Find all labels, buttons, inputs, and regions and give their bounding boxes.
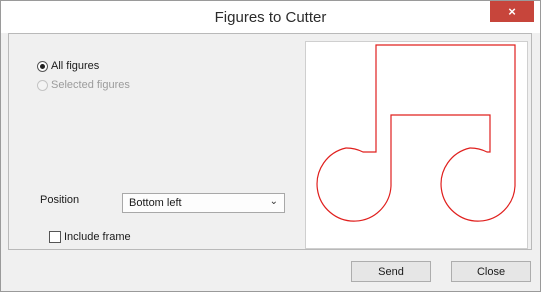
all-figures-label: All figures: [51, 60, 100, 72]
send-button[interactable]: Send: [351, 261, 431, 282]
include-frame-label: Include frame: [64, 231, 131, 243]
chevron-down-icon[interactable]: ⌄: [270, 196, 278, 207]
close-button[interactable]: Close: [451, 261, 531, 282]
music-note-icon: [316, 44, 516, 222]
selected-figures-label: Selected figures: [51, 79, 130, 91]
close-icon[interactable]: ×: [490, 1, 534, 22]
radio-disabled-icon: [37, 79, 48, 91]
selected-figures-radio: Selected figures: [37, 79, 130, 91]
include-frame-checkbox[interactable]: [49, 231, 61, 243]
figure-preview: [305, 41, 528, 249]
title-bar: Figures to Cutter ×: [1, 1, 540, 33]
all-figures-radio[interactable]: All figures: [37, 60, 99, 72]
note-outline: [316, 44, 516, 222]
position-value: Bottom left: [129, 197, 182, 209]
radio-checked-icon[interactable]: [37, 60, 48, 72]
dialog-title: Figures to Cutter: [214, 9, 327, 26]
position-select[interactable]: Bottom left ⌄: [122, 193, 285, 213]
include-frame-checkbox-row[interactable]: Include frame: [49, 231, 131, 243]
position-label: Position: [40, 194, 80, 206]
